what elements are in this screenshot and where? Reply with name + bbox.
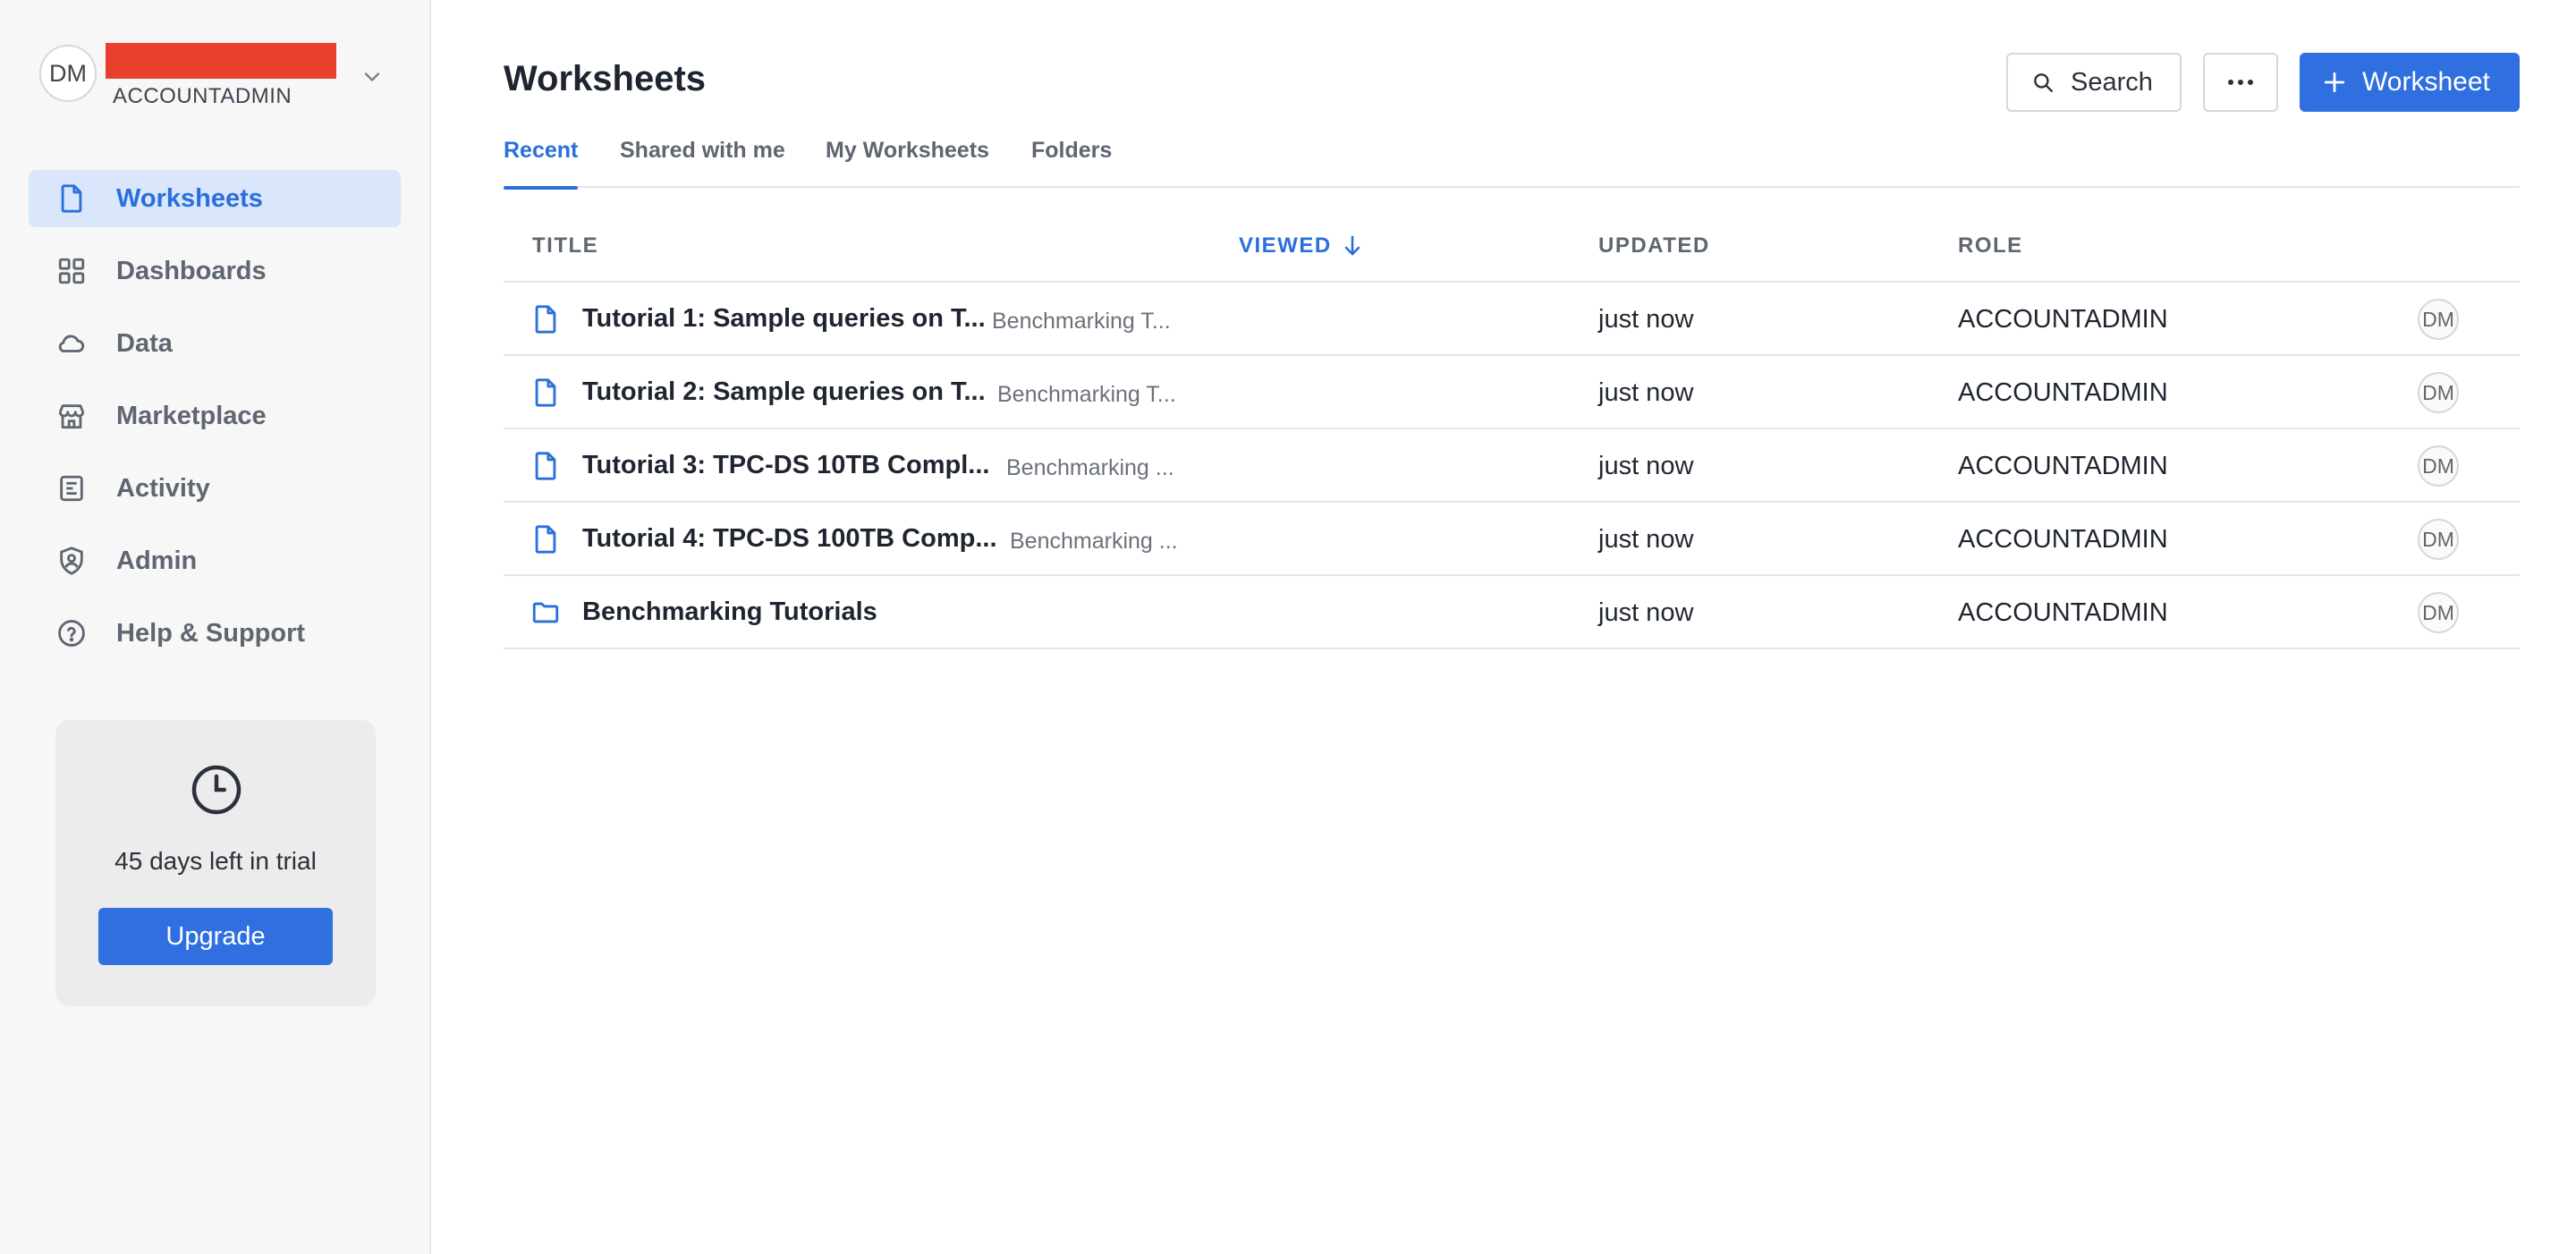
file-icon: [535, 525, 556, 554]
row-title: Tutorial 1: Sample queries on T...: [582, 304, 986, 333]
folder-icon: [532, 602, 559, 623]
owner-avatar: DM: [2418, 372, 2459, 413]
help-icon: [55, 617, 88, 649]
table-row[interactable]: Tutorial 1: Sample queries on T... Bench…: [504, 283, 2520, 356]
row-updated: just now: [1598, 525, 1694, 554]
owner-avatar: DM: [2418, 519, 2459, 560]
column-header-updated[interactable]: UPDATED: [1598, 233, 1710, 258]
row-folder: Benchmarking ...: [1010, 529, 1178, 554]
row-title: Tutorial 3: TPC-DS 10TB Compl...: [582, 451, 990, 479]
sidebar-item-data[interactable]: Data: [29, 315, 401, 372]
row-folder: Benchmarking T...: [992, 309, 1171, 334]
sidebar-item-help-support[interactable]: Help & Support: [29, 605, 401, 662]
column-header-title[interactable]: TITLE: [532, 233, 598, 258]
owner-avatar: DM: [2418, 299, 2459, 340]
tab-recent[interactable]: Recent: [504, 138, 579, 190]
sidebar-nav: Worksheets Dashboards Data Marketplace A…: [29, 170, 401, 677]
redacted-account-name: [106, 43, 336, 79]
column-header-viewed[interactable]: VIEWED: [1239, 233, 1362, 258]
chevron-down-icon[interactable]: [360, 64, 385, 89]
row-title: Tutorial 4: TPC-DS 100TB Comp...: [582, 524, 997, 553]
row-folder: Benchmarking T...: [997, 382, 1176, 407]
sidebar-item-label: Help & Support: [116, 618, 306, 648]
file-icon: [535, 378, 556, 407]
sidebar-item-label: Admin: [116, 546, 198, 575]
row-role: ACCOUNTADMIN: [1958, 598, 2168, 627]
row-updated: just now: [1598, 378, 1694, 407]
row-updated: just now: [1598, 452, 1694, 480]
sidebar-item-marketplace[interactable]: Marketplace: [29, 387, 401, 445]
table-row[interactable]: Benchmarking Tutorials just now ACCOUNTA…: [504, 576, 2520, 649]
file-icon: [55, 182, 88, 215]
owner-avatar: DM: [2418, 445, 2459, 487]
search-button[interactable]: Search: [2006, 53, 2182, 112]
row-role: ACCOUNTADMIN: [1958, 305, 2168, 334]
grid-icon: [55, 255, 88, 287]
worksheets-table: TITLE VIEWED UPDATED ROLE Tutorial 1: Sa…: [504, 208, 2520, 649]
sidebar-item-activity[interactable]: Activity: [29, 460, 401, 517]
tab-my-worksheets[interactable]: My Worksheets: [826, 138, 989, 188]
sidebar-item-label: Marketplace: [116, 401, 267, 430]
sidebar-item-label: Dashboards: [116, 256, 267, 285]
tab-bar: Recent Shared with me My Worksheets Fold…: [504, 134, 2520, 190]
table-row[interactable]: Tutorial 2: Sample queries on T... Bench…: [504, 356, 2520, 429]
sidebar-item-dashboards[interactable]: Dashboards: [29, 242, 401, 300]
file-icon: [535, 452, 556, 480]
tab-shared-with-me[interactable]: Shared with me: [620, 138, 785, 188]
account-role: ACCOUNTADMIN: [113, 84, 292, 108]
page-title: Worksheets: [504, 59, 707, 98]
plus-icon: [2324, 72, 2345, 93]
row-updated: just now: [1598, 598, 1694, 627]
row-title: Benchmarking Tutorials: [582, 597, 877, 626]
row-role: ACCOUNTADMIN: [1958, 525, 2168, 554]
column-header-role[interactable]: ROLE: [1958, 233, 2023, 258]
row-updated: just now: [1598, 305, 1694, 334]
account-switcher[interactable]: DM ACCOUNTADMIN: [39, 43, 397, 109]
sidebar-item-label: Activity: [116, 473, 210, 503]
sidebar-item-label: Data: [116, 328, 173, 358]
avatar: DM: [39, 45, 97, 102]
cloud-icon: [55, 327, 88, 360]
main-content: Worksheets Search Worksheet Recent Share…: [504, 0, 2520, 1254]
row-role: ACCOUNTADMIN: [1958, 378, 2168, 407]
sidebar-item-worksheets[interactable]: Worksheets: [29, 170, 401, 227]
new-worksheet-label: Worksheet: [2362, 67, 2490, 97]
table-header: TITLE VIEWED UPDATED ROLE: [504, 208, 2520, 283]
upgrade-button[interactable]: Upgrade: [98, 908, 333, 965]
sidebar-item-label: Worksheets: [116, 183, 263, 213]
tab-folders[interactable]: Folders: [1031, 138, 1112, 188]
table-row[interactable]: Tutorial 4: TPC-DS 100TB Comp... Benchma…: [504, 503, 2520, 576]
clock-icon: [191, 765, 242, 815]
activity-icon: [55, 472, 88, 504]
search-icon: [2034, 73, 2053, 92]
row-folder: Benchmarking ...: [1006, 455, 1174, 480]
shield-icon: [55, 545, 88, 577]
store-icon: [55, 400, 88, 432]
owner-avatar: DM: [2418, 592, 2459, 633]
row-title: Tutorial 2: Sample queries on T...: [582, 377, 986, 406]
table-row[interactable]: Tutorial 3: TPC-DS 10TB Compl... Benchma…: [504, 429, 2520, 503]
sidebar: DM ACCOUNTADMIN Worksheets Dashboards Da…: [0, 0, 431, 1254]
ellipsis-icon: [2228, 80, 2253, 85]
file-icon: [535, 305, 556, 334]
more-options-button[interactable]: [2203, 53, 2278, 112]
row-role: ACCOUNTADMIN: [1958, 452, 2168, 480]
column-header-viewed-label: VIEWED: [1239, 233, 1332, 258]
search-button-label: Search: [2071, 67, 2153, 97]
trial-days-left: 45 days left in trial: [114, 847, 317, 875]
new-worksheet-button[interactable]: Worksheet: [2300, 53, 2520, 112]
sidebar-item-admin[interactable]: Admin: [29, 532, 401, 589]
arrow-down-icon: [1344, 235, 1360, 256]
trial-card: 45 days left in trial Upgrade: [55, 720, 376, 1006]
